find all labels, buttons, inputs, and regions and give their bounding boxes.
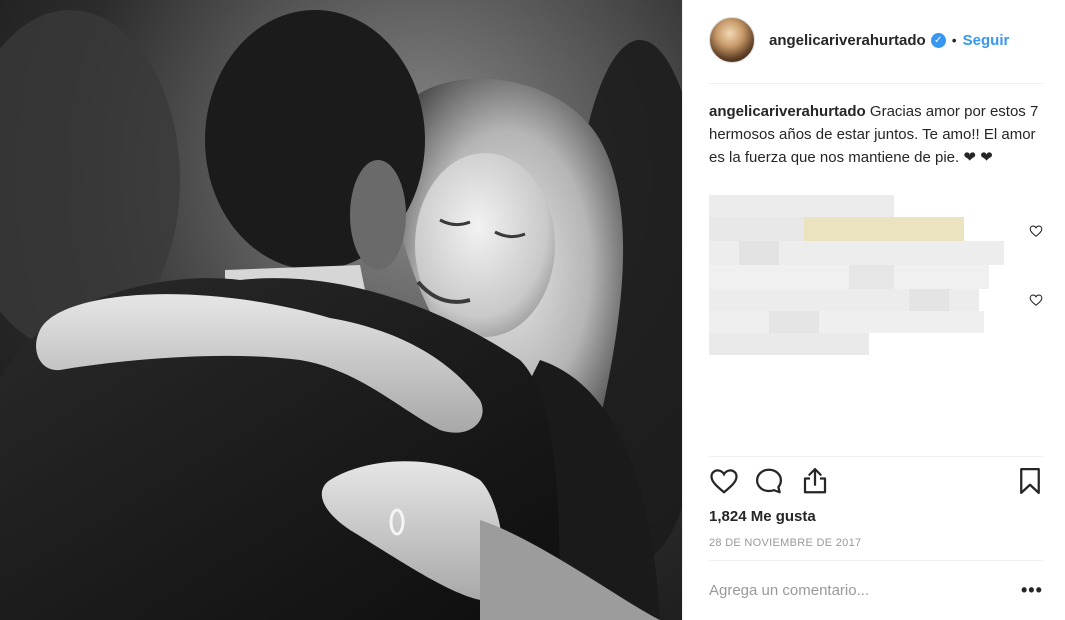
heart-outline-icon[interactable] <box>709 466 739 496</box>
post-caption: angelicariverahurtado Gracias amor por e… <box>709 100 1049 169</box>
post-photo[interactable] <box>0 0 682 620</box>
photo-illustration <box>0 10 682 620</box>
post-actions-bar <box>709 466 1045 500</box>
post-header: angelicariverahurtado ✓ • Seguir <box>709 16 1009 64</box>
comment-like-heart-icon[interactable] <box>1029 224 1043 238</box>
comment-divider <box>709 560 1043 561</box>
avatar[interactable] <box>709 17 755 63</box>
post-date[interactable]: 28 DE NOVIEMBRE DE 2017 <box>709 537 861 549</box>
post-username[interactable]: angelicariverahurtado <box>769 32 926 49</box>
speech-bubble-icon[interactable] <box>754 466 784 496</box>
comment-like-heart-icon[interactable] <box>1029 293 1043 307</box>
separator-dot: • <box>951 32 957 48</box>
more-options-button[interactable]: ••• <box>1021 581 1043 599</box>
verified-badge-icon: ✓ <box>930 32 946 48</box>
actions-divider <box>709 456 1043 457</box>
bookmark-icon[interactable] <box>1015 466 1045 496</box>
caption-hearts: ❤ ❤ <box>963 149 993 166</box>
blurred-comments <box>709 195 1009 357</box>
header-divider <box>709 83 1043 84</box>
post-details-panel: angelicariverahurtado ✓ • Seguir angelic… <box>682 0 1065 620</box>
follow-button[interactable]: Seguir <box>963 32 1010 49</box>
comment-input[interactable]: Agrega un comentario... <box>709 582 869 599</box>
share-icon[interactable] <box>800 466 830 496</box>
likes-count[interactable]: 1,824 Me gusta <box>709 508 816 525</box>
caption-username[interactable]: angelicariverahurtado <box>709 103 866 120</box>
